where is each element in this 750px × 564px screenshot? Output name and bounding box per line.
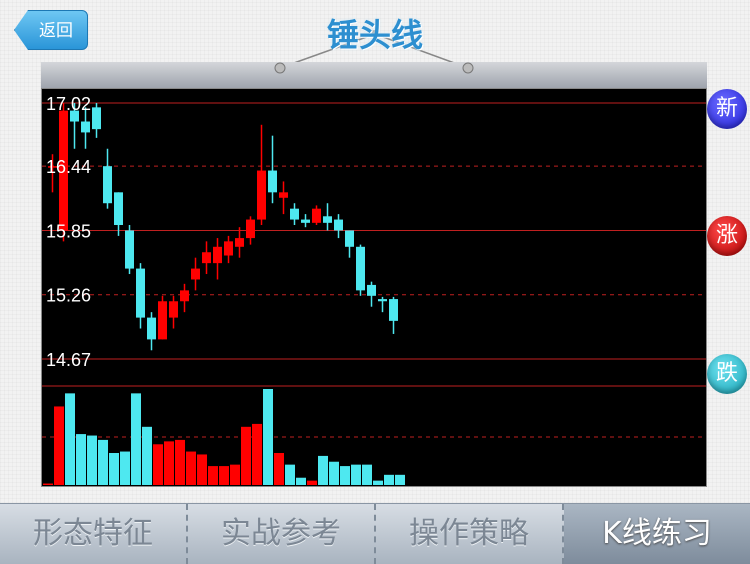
page-title: 锤头线 [326,16,423,54]
volume-bar [65,393,75,485]
candle-body [191,268,200,280]
new-button[interactable]: 新 [707,89,747,129]
candle-body [378,299,387,302]
candle-body [169,301,178,318]
volume-bar [87,435,97,485]
candle-body [114,192,123,226]
tab-pattern-features[interactable]: 形态特征 [0,504,188,564]
volume-bar [54,406,64,485]
board-bar [41,62,707,89]
volume-bar [307,480,317,485]
candle-body [323,216,332,223]
candle-body [356,246,365,291]
volume-bar [175,439,185,485]
y-tick-label: 15.85 [46,221,91,241]
candle-body [92,107,101,130]
candle-body [345,230,354,247]
candle-body [235,238,244,247]
volume-bar [329,461,339,485]
candle-body [268,170,277,193]
volume-bar [109,453,119,485]
tab-operation-strategy[interactable]: 操作策略 [376,504,564,564]
candle-body [180,290,189,302]
candle-body [290,208,299,220]
candle-body [125,230,134,269]
volume-bar [164,441,174,485]
volume-bar [197,454,207,485]
kline-chart-svg: 17.02 16.44 15.85 15.26 14.67 [42,94,706,485]
volume-bar [208,466,218,485]
tab-practical-reference[interactable]: 实战参考 [188,504,376,564]
candle-body [389,299,398,321]
candle-body [367,284,376,296]
y-tick-label: 16.44 [46,157,91,177]
rise-button[interactable]: 涨 [707,216,747,256]
candle-body [136,268,145,318]
candle-body [301,219,310,223]
volume-bar [296,477,306,485]
volume-bar [252,423,262,485]
volume-bar [219,466,229,485]
candle-body [257,170,266,220]
candle-body [224,241,233,256]
candle-body [147,317,156,340]
volume-bar [362,464,372,485]
volume-bar [318,455,328,485]
candle-body [81,121,90,133]
fall-button[interactable]: 跌 [707,354,747,394]
candle-body [103,166,112,204]
volume-bar [76,434,86,485]
volume-bar [43,483,53,485]
candle-body [158,301,167,340]
volume-bar [285,464,295,485]
volume-bar [120,451,130,485]
volume-bar [131,393,141,485]
volume-bar [340,466,350,485]
volume-bar [263,389,273,485]
volume-bar [373,480,383,485]
y-tick-label: 17.02 [46,94,91,114]
volume-bar [351,464,361,485]
tab-kline-practice[interactable]: K线练习 [564,504,750,564]
candle-body [334,219,343,231]
candle-body [202,252,211,264]
candle-body [246,219,255,239]
bottom-tab-bar: 形态特征 实战参考 操作策略 K线练习 [0,503,750,564]
volume-bar [230,464,240,485]
candle-body [279,192,288,198]
kline-chart[interactable]: 17.02 16.44 15.85 15.26 14.67 [41,88,707,487]
volume-bar [241,426,251,485]
volume-bar [274,453,284,485]
volume-bar [384,474,394,485]
volume-bar [186,451,196,485]
volume-bar [153,444,163,485]
volume-bar [142,426,152,485]
candle-body [213,246,222,264]
y-tick-label: 14.67 [46,350,91,370]
candle-body [312,208,321,223]
volume-bar [98,439,108,485]
volume-bar [395,474,405,485]
y-tick-label: 15.26 [46,286,91,306]
